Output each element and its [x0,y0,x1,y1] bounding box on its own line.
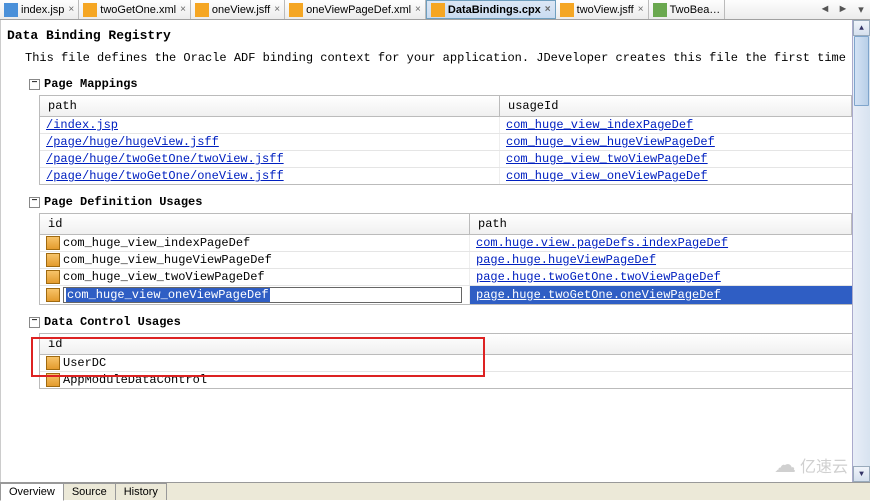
section-title: Page Mappings [44,77,138,91]
scrollbar-thumb[interactable] [854,36,869,106]
pagedef-icon [46,288,60,302]
section-data-control-usages[interactable]: − Data Control Usages [1,313,852,331]
usage-link[interactable]: com_huge_view_indexPageDef [506,118,693,132]
path-link[interactable]: page.huge.twoGetOne.twoViewPageDef [476,270,721,284]
data-control-usages-table: id UserDC AppModuleDataControl [39,333,852,389]
close-icon[interactable]: × [274,4,280,15]
table-row[interactable]: /page/huge/twoGetOne/oneView.jsff com_hu… [40,168,852,184]
id-cell: UserDC [63,356,106,370]
tab-oneviewpagedef-xml[interactable]: oneViewPageDef.xml × [285,0,426,19]
close-icon[interactable]: × [68,4,74,15]
column-id[interactable]: id [40,334,852,354]
tab-twoview-jsff[interactable]: twoView.jsff × [556,0,649,19]
section-page-def-usages[interactable]: − Page Definition Usages [1,193,852,211]
tab-label: TwoBea… [670,4,721,16]
section-page-mappings[interactable]: − Page Mappings [1,75,852,93]
path-link[interactable]: com.huge.view.pageDefs.indexPageDef [476,236,728,250]
column-id[interactable]: id [40,214,470,234]
tab-source[interactable]: Source [63,483,116,500]
id-edit-input[interactable]: com_huge_view_oneViewPageDef [63,287,462,303]
editor-tab-bar: index.jsp × twoGetOne.xml × oneView.jsff… [0,0,870,20]
tab-scroll-right-icon[interactable]: ► [834,3,852,16]
jsp-icon [4,3,18,17]
path-link[interactable]: page.huge.hugeViewPageDef [476,253,656,267]
pagedef-icon [46,236,60,250]
xml-icon [83,3,97,17]
datacontrol-icon [46,356,60,370]
java-icon [653,3,667,17]
pagedef-icon [46,270,60,284]
page-title: Data Binding Registry [1,20,852,47]
table-row-selected[interactable]: com_huge_view_oneViewPageDef page.huge.t… [40,286,852,304]
usage-link[interactable]: com_huge_view_twoViewPageDef [506,152,708,166]
scroll-down-icon[interactable]: ▼ [853,466,870,482]
table-row[interactable]: UserDC [40,355,852,372]
id-cell: com_huge_view_indexPageDef [63,236,250,250]
xml-icon [195,3,209,17]
tab-overview[interactable]: Overview [0,483,64,501]
vertical-scrollbar[interactable]: ▲ ▼ [852,20,870,482]
tab-databindings-cpx[interactable]: DataBindings.cpx × [426,0,556,19]
table-row[interactable]: com_huge_view_indexPageDef com.huge.view… [40,235,852,252]
tab-index-jsp[interactable]: index.jsp × [0,0,79,19]
tab-label: index.jsp [21,4,64,16]
path-link[interactable]: /index.jsp [46,118,118,132]
close-icon[interactable]: × [638,4,644,15]
scroll-up-icon[interactable]: ▲ [853,20,870,36]
path-link[interactable]: /page/huge/hugeView.jsff [46,135,219,149]
usage-link[interactable]: com_huge_view_hugeViewPageDef [506,135,715,149]
id-cell: com_huge_view_oneViewPageDef [66,288,270,302]
page-def-usages-table: id path com_huge_view_indexPageDef com.h… [39,213,852,305]
tab-overflow: ◄ ► ▾ [816,3,870,16]
tab-twogetone-xml[interactable]: twoGetOne.xml × [79,0,191,19]
xml-icon [560,3,574,17]
table-row[interactable]: com_huge_view_twoViewPageDef page.huge.t… [40,269,852,286]
column-usageid[interactable]: usageId [500,96,852,116]
path-link[interactable]: /page/huge/twoGetOne/oneView.jsff [46,169,284,183]
close-icon[interactable]: × [180,4,186,15]
page-mappings-table: path usageId /index.jsp com_huge_view_in… [39,95,852,185]
section-title: Page Definition Usages [44,195,202,209]
datacontrol-icon [46,373,60,387]
editor-bottom-tabs: Overview Source History [0,482,870,500]
section-title: Data Control Usages [44,315,181,329]
id-cell: AppModuleDataControl [63,373,207,387]
tab-label: twoGetOne.xml [100,4,176,16]
collapse-icon[interactable]: − [29,79,40,90]
id-cell: com_huge_view_hugeViewPageDef [63,253,272,267]
table-row[interactable]: com_huge_view_hugeViewPageDef page.huge.… [40,252,852,269]
cpx-icon [431,3,445,17]
path-link[interactable]: page.huge.twoGetOne.oneViewPageDef [476,288,721,302]
pagedef-icon [46,253,60,267]
tab-twobean-java[interactable]: TwoBea… [649,0,726,19]
usage-link[interactable]: com_huge_view_oneViewPageDef [506,169,708,183]
editor-content: Data Binding Registry This file defines … [0,20,852,482]
close-icon[interactable]: × [545,4,551,15]
tab-oneview-jsff[interactable]: oneView.jsff × [191,0,285,19]
tab-label: oneView.jsff [212,4,270,16]
tab-list-icon[interactable]: ▾ [852,3,870,16]
xml-icon [289,3,303,17]
tab-history[interactable]: History [115,483,167,500]
table-row[interactable]: /index.jsp com_huge_view_indexPageDef [40,117,852,134]
id-cell: com_huge_view_twoViewPageDef [63,270,265,284]
tab-label: oneViewPageDef.xml [306,4,411,16]
collapse-icon[interactable]: − [29,197,40,208]
collapse-icon[interactable]: − [29,317,40,328]
close-icon[interactable]: × [415,4,421,15]
table-row[interactable]: AppModuleDataControl [40,372,852,388]
tab-label: twoView.jsff [577,4,634,16]
tab-label: DataBindings.cpx [448,4,541,16]
table-row[interactable]: /page/huge/twoGetOne/twoView.jsff com_hu… [40,151,852,168]
column-path[interactable]: path [40,96,500,116]
page-description: This file defines the Oracle ADF binding… [1,47,852,75]
tab-scroll-left-icon[interactable]: ◄ [816,3,834,16]
table-row[interactable]: /page/huge/hugeView.jsff com_huge_view_h… [40,134,852,151]
path-link[interactable]: /page/huge/twoGetOne/twoView.jsff [46,152,284,166]
column-path[interactable]: path [470,214,852,234]
